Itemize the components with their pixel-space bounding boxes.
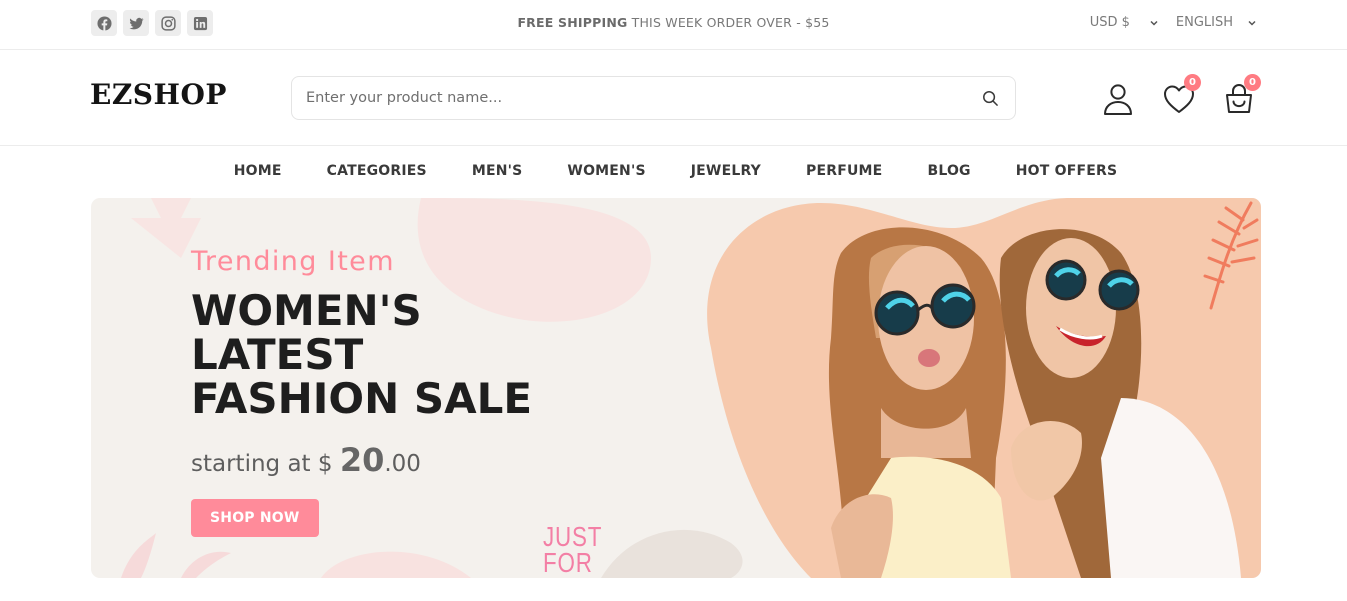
chevron-down-icon: [1150, 20, 1158, 26]
hero-title-line3: FASHION SALE: [191, 374, 533, 423]
user-icon: [1104, 84, 1132, 115]
currency-select[interactable]: USD $: [1090, 15, 1159, 30]
just-for-you-decoration: JUST FOR: [543, 523, 602, 578]
shop-now-button[interactable]: SHOP NOW: [191, 499, 319, 537]
nav-item-perfume[interactable]: PERFUME: [806, 163, 882, 179]
nav-item-jewelry[interactable]: JEWELRY: [691, 163, 761, 179]
top-bar: FREE SHIPPING THIS WEEK ORDER OVER - $55…: [0, 0, 1347, 50]
wishlist-button[interactable]: 0: [1161, 74, 1201, 117]
hero-price: starting at $ 20.00: [191, 441, 571, 479]
language-select[interactable]: ENGLISH: [1176, 15, 1257, 30]
nav-item-blog[interactable]: BLOG: [927, 163, 970, 179]
cart-count-badge: 0: [1244, 74, 1261, 91]
hero-models-image: [707, 198, 1261, 578]
nav-item-categories[interactable]: CATEGORIES: [327, 163, 427, 179]
account-button[interactable]: [1100, 81, 1136, 117]
hero-banner: Trending Item WOMEN'S LATEST FASHION SAL…: [91, 198, 1261, 578]
header-actions: 0 0: [1100, 74, 1261, 121]
nav-item-mens[interactable]: MEN'S: [472, 163, 523, 179]
hero-title-line2: LATEST: [191, 330, 364, 379]
promo-text: THIS WEEK ORDER OVER - $55: [627, 15, 830, 30]
hero-content: Trending Item WOMEN'S LATEST FASHION SAL…: [191, 246, 571, 537]
cart-button[interactable]: 0: [1221, 74, 1261, 117]
promo-bold: FREE SHIPPING: [517, 15, 628, 30]
hero-eyebrow: Trending Item: [191, 246, 395, 277]
site-logo[interactable]: EZSHOP: [90, 78, 227, 111]
locale-selects: USD $ ENGLISH: [1090, 15, 1257, 30]
main-header: EZSHOP 0 0: [0, 50, 1347, 146]
nav-item-home[interactable]: HOME: [234, 163, 282, 179]
wishlist-count-badge: 0: [1184, 74, 1201, 91]
hero-title: WOMEN'S LATEST FASHION SALE: [191, 289, 571, 421]
search-bar: [291, 76, 1016, 120]
search-input[interactable]: [306, 77, 966, 119]
deco-line2: FOR: [543, 547, 593, 578]
nav-item-womens[interactable]: WOMEN'S: [567, 163, 645, 179]
price-prefix: starting at $: [191, 451, 340, 477]
currency-label: USD $: [1089, 15, 1130, 30]
language-label: ENGLISH: [1175, 15, 1233, 30]
search-icon[interactable]: [982, 90, 999, 107]
price-whole: 20: [339, 441, 385, 479]
nav-item-hot-offers[interactable]: HOT OFFERS: [1016, 163, 1118, 179]
price-cents: .00: [384, 451, 421, 477]
chevron-down-icon: [1248, 20, 1256, 26]
main-nav: HOME CATEGORIES MEN'S WOMEN'S JEWELRY PE…: [0, 146, 1347, 196]
hero-title-line1: WOMEN'S: [191, 286, 422, 335]
